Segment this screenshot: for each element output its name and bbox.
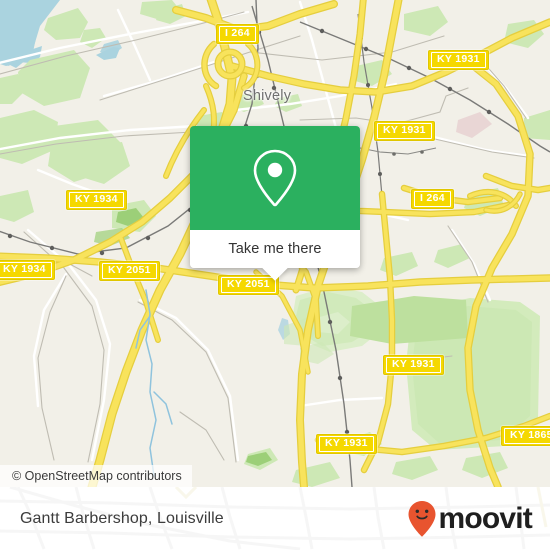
bottom-bar: Gantt Barbershop, Louisville moovit: [0, 487, 550, 550]
take-me-there-label: Take me there: [228, 241, 322, 257]
popup-image: [190, 126, 360, 230]
moovit-wordmark: moovit: [438, 501, 532, 535]
road-shield-label: KY 1865: [504, 428, 550, 444]
road-shield-label: KY 1934: [0, 262, 52, 278]
place-label-shively: Shively: [243, 88, 292, 104]
location-popup[interactable]: Take me there: [190, 126, 360, 281]
moovit-smiling-pin-icon: [408, 500, 436, 536]
map-screen: Shively I 264 KY 1931 KY 1931 I 264 KY 1…: [0, 0, 550, 550]
road-shield-ky1931-bottom[interactable]: KY 1931: [316, 434, 377, 454]
road-shield-ky2051-center[interactable]: KY 2051: [218, 275, 279, 295]
road-shield-ky1934-west[interactable]: KY 1934: [0, 260, 55, 280]
moovit-brand[interactable]: moovit: [407, 500, 533, 538]
road-shield-ky1865[interactable]: KY 1865: [501, 426, 550, 446]
road-shield-label: KY 1931: [319, 436, 374, 452]
road-shield-label: KY 1931: [386, 357, 441, 373]
road-shield-label: I 264: [219, 26, 256, 42]
road-shield-ky1931-upper[interactable]: KY 1931: [374, 121, 435, 141]
road-shield-i264-north[interactable]: I 264: [216, 24, 259, 44]
popup-action-bar[interactable]: Take me there: [190, 230, 360, 281]
osm-attribution[interactable]: © OpenStreetMap contributors: [0, 465, 192, 487]
road-shield-label: KY 1931: [377, 123, 432, 139]
road-shield-label: I 264: [414, 191, 451, 207]
road-shield-label: KY 2051: [102, 263, 157, 279]
map-pin-icon: [253, 149, 297, 207]
road-shield-label: KY 2051: [221, 277, 276, 293]
road-shield-ky1931-ne[interactable]: KY 1931: [428, 50, 489, 70]
road-shield-ky1934-upper[interactable]: KY 1934: [66, 190, 127, 210]
map-canvas[interactable]: Shively I 264 KY 1931 KY 1931 I 264 KY 1…: [0, 0, 550, 487]
road-shield-i264-east[interactable]: I 264: [411, 189, 454, 209]
road-shield-ky1931-lower[interactable]: KY 1931: [383, 355, 444, 375]
road-shield-label: KY 1934: [69, 192, 124, 208]
road-shield-ky2051-west[interactable]: KY 2051: [99, 261, 160, 281]
location-title: Gantt Barbershop, Louisville: [20, 509, 224, 527]
road-shield-label: KY 1931: [431, 52, 486, 68]
